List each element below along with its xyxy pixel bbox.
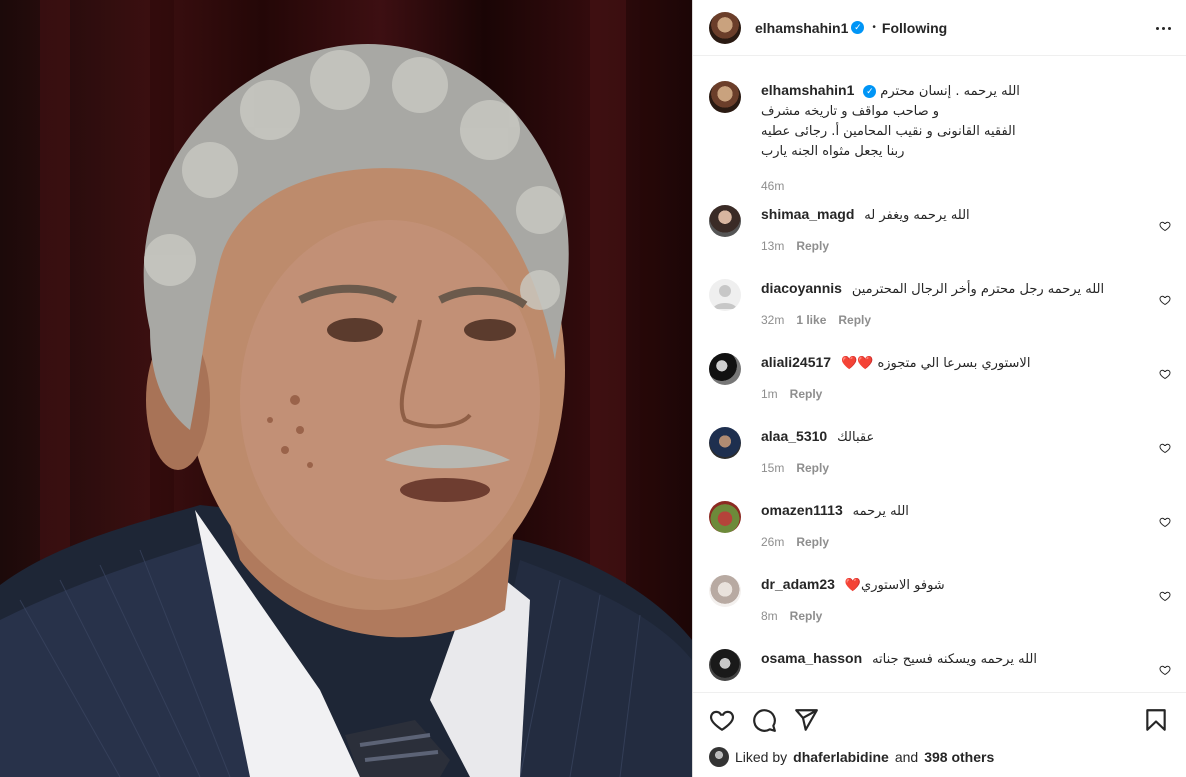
verified-badge-icon: ✓ <box>863 84 877 98</box>
header-separator: • <box>872 22 876 33</box>
comment-text: الله يرحمه <box>852 504 909 519</box>
caption-avatar[interactable] <box>709 81 741 113</box>
reply-button[interactable]: Reply <box>796 461 829 475</box>
comment-text: الله يرحمه ويسكنه فسيح جناته <box>872 652 1037 667</box>
comment-username[interactable]: diacoyannis <box>761 280 842 296</box>
comment-time: 32m <box>761 313 785 327</box>
reply-button[interactable]: Reply <box>790 609 823 623</box>
comment-time: 1m <box>761 387 778 401</box>
post-side-panel: elhamshahin1 ✓ • Following elhamshahin1 ✓… <box>692 0 1186 777</box>
likes-count[interactable]: 398 others <box>924 749 994 765</box>
default-avatar-icon <box>713 285 737 309</box>
commenter-avatar[interactable] <box>709 427 741 459</box>
comment-username[interactable]: shimaa_magd <box>761 206 854 222</box>
caption-time: 46m <box>761 179 785 193</box>
heart-icon[interactable] <box>709 707 735 733</box>
commenter-avatar[interactable] <box>709 279 741 311</box>
comment-like-heart-icon[interactable] <box>1159 367 1171 380</box>
more-options-icon[interactable] <box>1153 18 1173 38</box>
commenter-avatar[interactable] <box>709 205 741 237</box>
reply-button[interactable]: Reply <box>838 313 871 327</box>
comment-username[interactable]: osama_hasson <box>761 650 862 666</box>
comment-like-heart-icon[interactable] <box>1159 589 1171 602</box>
portrait-illustration <box>0 0 692 777</box>
owner-avatar[interactable] <box>709 11 741 44</box>
caption-username[interactable]: elhamshahin1 <box>761 82 854 98</box>
comment-time: 13m <box>761 239 785 253</box>
caption-text: elhamshahin1 ✓ الله يرحمه . إنسان محترم و… <box>761 81 1151 161</box>
comment-like-heart-icon[interactable] <box>1159 441 1171 454</box>
liker-avatar[interactable] <box>709 747 729 767</box>
commenter-avatar[interactable] <box>709 353 741 385</box>
comment-text: شوفو الاستوري❤️ <box>844 578 945 593</box>
reply-button[interactable]: Reply <box>796 239 829 253</box>
caption-line: ربنا يجعل مثواه الجنه يارب <box>761 144 905 159</box>
commenter-avatar[interactable] <box>709 649 741 681</box>
comment-username[interactable]: aliali24517 <box>761 354 831 370</box>
liked-by-prefix: Liked by <box>735 749 788 765</box>
liker-username[interactable]: dhaferlabidine <box>793 749 889 765</box>
comment-text: الله يرحمه ويغفر له <box>864 208 970 223</box>
comment-username[interactable]: dr_adam23 <box>761 576 835 592</box>
post-header: elhamshahin1 ✓ • Following <box>693 0 1186 56</box>
verified-badge-icon: ✓ <box>851 21 865 34</box>
bookmark-icon[interactable] <box>1143 707 1169 733</box>
comment-likes[interactable]: 1 like <box>796 313 826 327</box>
post-actions-bar: Liked by dhaferlabidine and 398 others <box>693 692 1186 777</box>
post-photo[interactable] <box>0 0 692 777</box>
comment-like-heart-icon[interactable] <box>1159 663 1171 676</box>
following-button[interactable]: Following <box>882 20 947 36</box>
comment-text: الاستوري بسرعا الي متجوزه ❤️❤️ <box>840 356 1031 371</box>
commenter-avatar[interactable] <box>709 501 741 533</box>
comment-username[interactable]: omazen1113 <box>761 502 843 518</box>
comment-text: الله يرحمه رجل محترم وأخر الرجال المحترم… <box>851 282 1105 297</box>
comment-like-heart-icon[interactable] <box>1159 515 1171 528</box>
comment-time: 15m <box>761 461 785 475</box>
liked-by-connector: and <box>894 749 919 765</box>
caption-line: الفقيه القانونى و نقيب المحامين أ. رجائى… <box>761 124 1016 139</box>
comment-icon[interactable] <box>751 707 777 733</box>
caption-line: الله يرحمه . إنسان محترم <box>880 84 1020 99</box>
comment-time: 8m <box>761 609 778 623</box>
instagram-post-view: elhamshahin1 ✓ • Following elhamshahin1 ✓… <box>0 0 1186 777</box>
comment-like-heart-icon[interactable] <box>1159 293 1171 306</box>
commenter-avatar[interactable] <box>709 575 741 607</box>
share-icon[interactable] <box>793 707 819 733</box>
comment-time: 26m <box>761 535 785 549</box>
comment-username[interactable]: alaa_5310 <box>761 428 827 444</box>
liked-by-row: Liked by dhaferlabidine and 398 others <box>709 747 994 767</box>
comments-list[interactable]: elhamshahin1 ✓ الله يرحمه . إنسان محترم و… <box>693 57 1186 692</box>
comment-like-heart-icon[interactable] <box>1159 219 1171 232</box>
caption-meta: 46m <box>761 179 1151 193</box>
reply-button[interactable]: Reply <box>796 535 829 549</box>
reply-button[interactable]: Reply <box>790 387 823 401</box>
owner-username[interactable]: elhamshahin1 <box>755 20 848 36</box>
caption-line: و صاحب مواقف و تاريخه مشرف <box>761 104 940 119</box>
comment-text: عقبالك <box>837 430 875 445</box>
